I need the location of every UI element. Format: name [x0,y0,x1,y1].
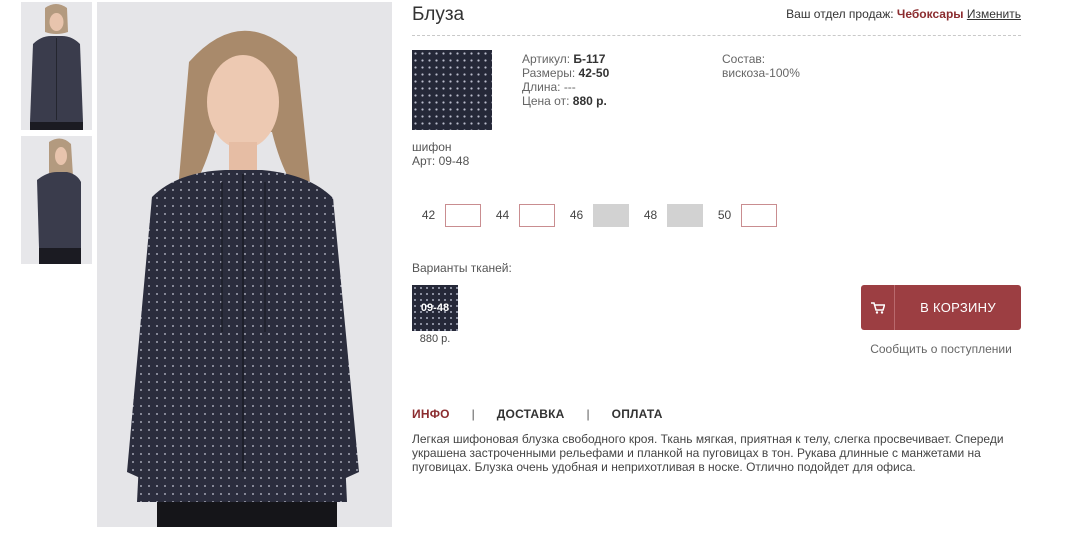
change-city-link[interactable]: Изменить [967,7,1021,21]
sales-department: Ваш отдел продаж: Чебоксары Изменить [786,7,1021,21]
main-product-photo [97,2,392,527]
article-value: Б-117 [573,52,606,66]
product-specs: Артикул: Б-117 Размеры: 42-50 Длина: ---… [522,52,609,108]
spec-price: Цена от: 880 р. [522,94,609,108]
size-label: 42 [421,208,436,222]
tab-separator: | [586,407,590,421]
add-to-cart-button[interactable]: В КОРЗИНУ [861,285,1021,330]
size-label: 50 [717,208,732,222]
thumbnail-back[interactable] [21,136,92,264]
size-label: 48 [643,208,658,222]
fabric-article: Арт: 09-48 [412,154,470,168]
sales-city: Чебоксары [896,7,964,21]
thumbnail-gallery [21,2,92,270]
price-value: 880 р. [572,94,607,108]
sales-label: Ваш отдел продаж: [786,7,894,21]
spec-article: Артикул: Б-117 [522,52,609,66]
article-label: Артикул: [522,52,571,66]
size-label: 46 [569,208,584,222]
size-label: 44 [495,208,510,222]
sizes-label: Размеры: [522,66,576,80]
size-quantity-input[interactable] [445,203,481,227]
product-description: Легкая шифоновая блузка свободного кроя.… [412,432,1004,474]
tab-separator: | [471,407,475,421]
spec-length: Длина: --- [522,80,609,94]
price-label: Цена от: [522,94,570,108]
info-tabs: ИНФО | ДОСТАВКА | ОПЛАТА [412,407,663,421]
fabric-variants-label: Варианты тканей: [412,261,512,275]
size-selector: 42 44 46 48 50 [412,203,782,227]
product-title: Блуза [412,4,465,25]
size-quantity-input[interactable] [519,203,555,227]
add-to-cart-label: В КОРЗИНУ [920,300,996,315]
length-label: Длина: [522,80,561,94]
tab-payment[interactable]: ОПЛАТА [612,407,663,421]
thumbnail-front[interactable] [21,2,92,130]
variant-price: 880 р. [419,333,451,345]
size-quantity-input [593,203,629,227]
tab-delivery[interactable]: ДОСТАВКА [497,407,565,421]
composition: Состав: вискоза-100% [722,52,800,80]
spec-sizes: Размеры: 42-50 [522,66,609,80]
size-quantity-input [667,203,703,227]
cart-icon [861,285,895,330]
fabric-variant-09-48[interactable]: 09-48 [412,285,458,331]
sizes-value: 42-50 [578,66,610,80]
notify-when-available-link[interactable]: Сообщить о поступлении [861,342,1021,356]
composition-value: вискоза-100% [722,66,800,80]
composition-label: Состав: [722,52,766,66]
tab-info[interactable]: ИНФО [412,407,450,421]
fabric-swatch [412,50,492,130]
variant-code: 09-48 [420,302,450,314]
length-value: --- [563,80,576,94]
size-quantity-input[interactable] [741,203,777,227]
fabric-name: шифон [412,140,452,154]
header-divider [412,35,1021,36]
